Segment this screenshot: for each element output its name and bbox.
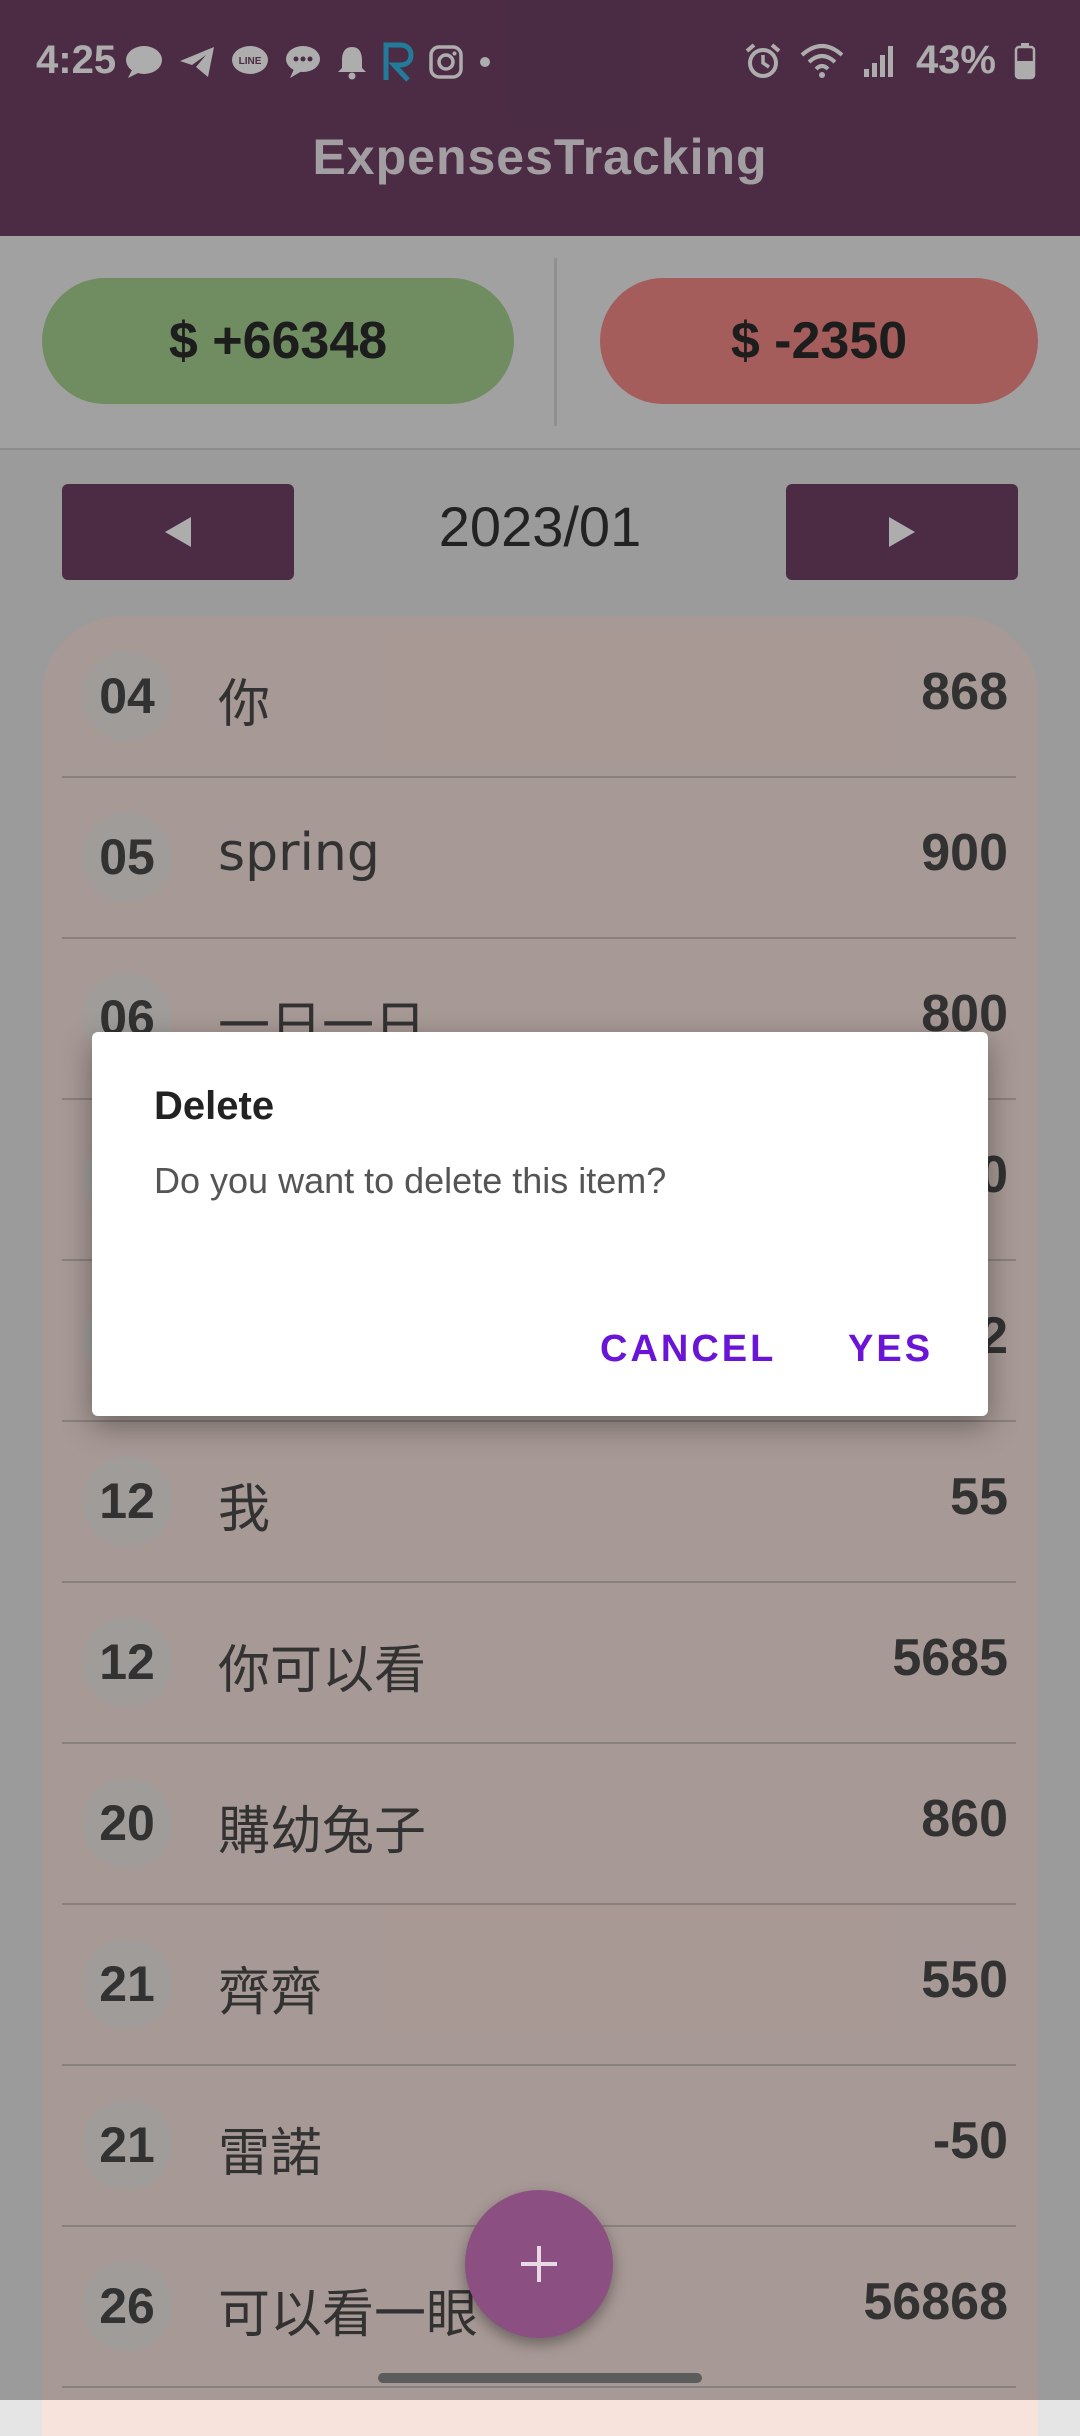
add-entry-button[interactable] xyxy=(465,2190,613,2338)
cancel-button[interactable]: CANCEL xyxy=(600,1328,776,1371)
dialog-message: Do you want to delete this item? xyxy=(154,1160,667,1201)
plus-icon xyxy=(521,2246,557,2282)
delete-dialog: Delete Do you want to delete this item? … xyxy=(92,1032,988,1416)
dialog-title: Delete xyxy=(154,1084,275,1128)
yes-button[interactable]: YES xyxy=(848,1328,933,1371)
gesture-handle[interactable] xyxy=(378,2373,702,2383)
